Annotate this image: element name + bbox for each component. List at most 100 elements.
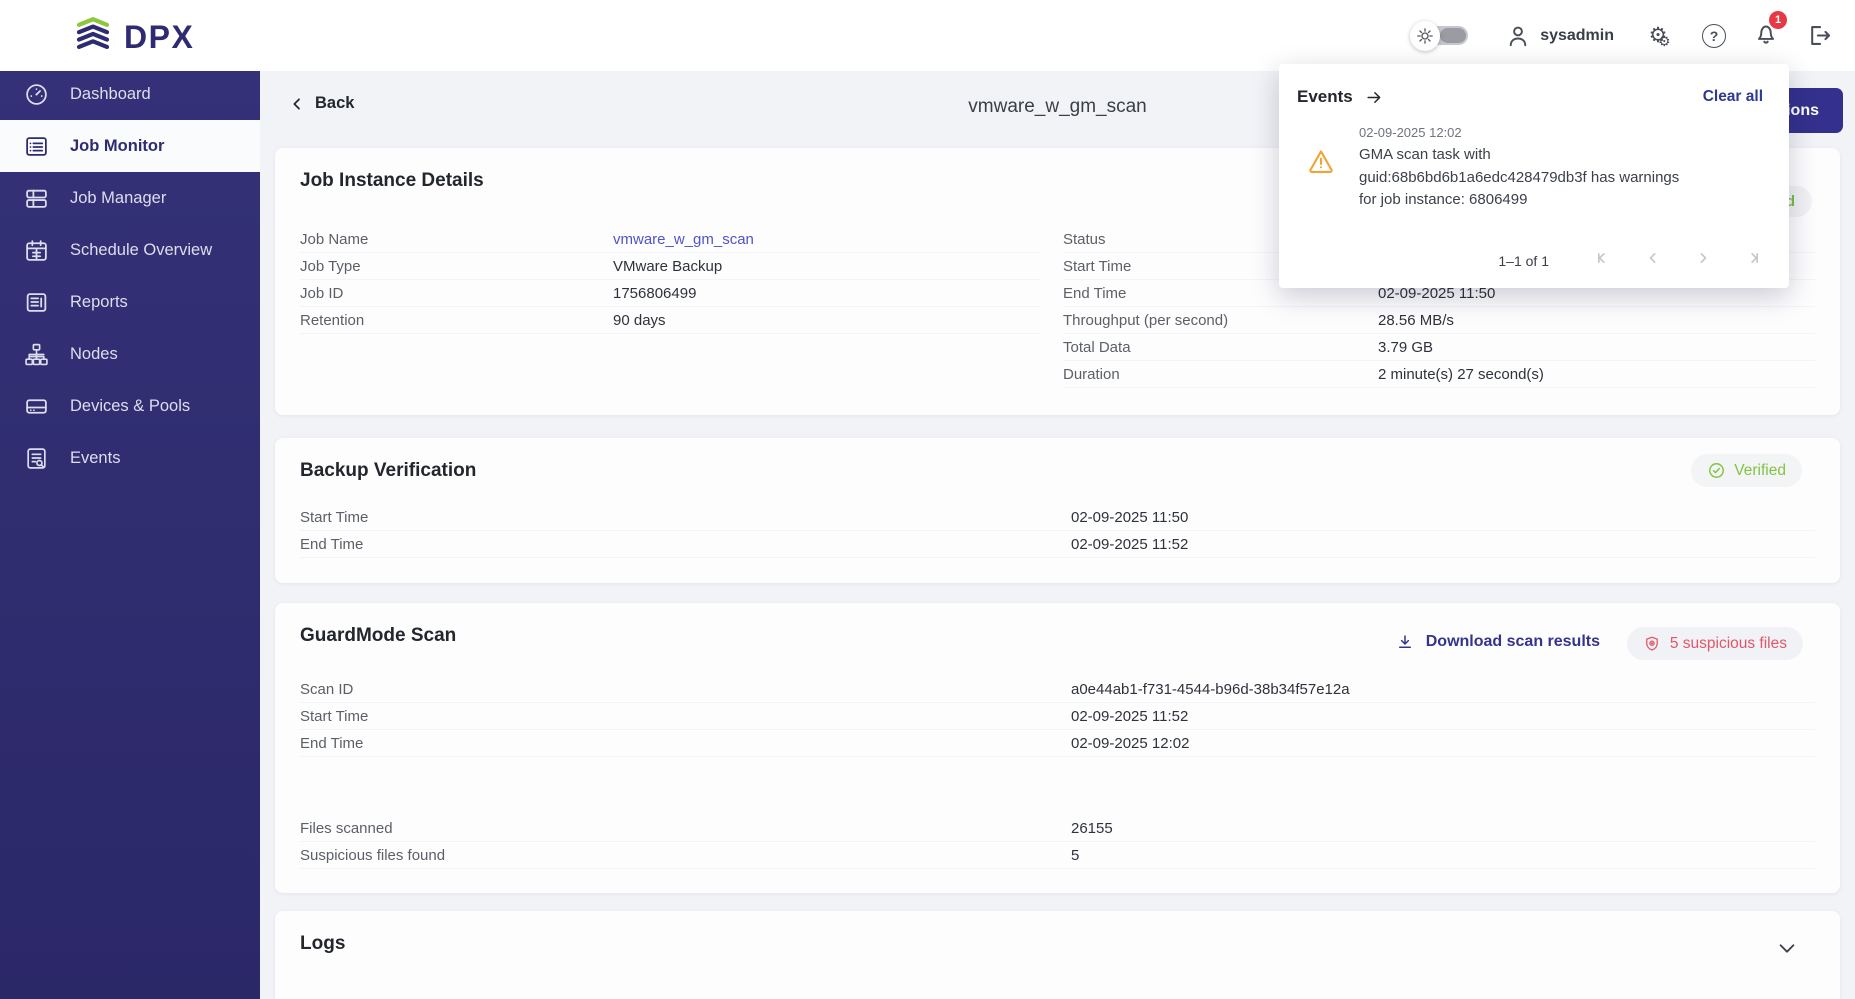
sidebar-item-label: Job Manager [70, 189, 166, 208]
sidebar-item-devices-pools[interactable]: Devices & Pools [0, 380, 260, 432]
sidebar-item-schedule-overview[interactable]: Schedule Overview [0, 224, 260, 276]
events-popup: Events Clear all 02-09-2025 12:02 GMA sc… [1279, 64, 1789, 288]
event-item[interactable]: 02-09-2025 12:02 GMA scan task with guid… [1307, 125, 1789, 212]
previous-page-button[interactable] [1643, 248, 1663, 273]
row-value: a0e44ab1-f731-4544-b96d-38b34f57e12a [1071, 681, 1350, 698]
user-icon [1505, 23, 1531, 49]
job-details-left-column: Job Name vmware_w_gm_scan Job Type VMwar… [300, 226, 1040, 334]
theme-toggle[interactable] [1410, 21, 1468, 51]
job-monitor-icon [24, 134, 51, 159]
row-value: 90 days [613, 312, 666, 329]
events-pagination: 1–1 of 1 [1498, 248, 1763, 273]
guardmode-rows-bottom: Files scanned 26155 Suspicious files fou… [300, 815, 1815, 869]
devices-icon [24, 394, 51, 419]
nodes-icon [24, 342, 51, 367]
username-label: sysadmin [1540, 27, 1614, 45]
job-manager-icon [24, 186, 51, 211]
row-label: Start Time [300, 509, 1071, 526]
guardmode-rows-top: Scan ID a0e44ab1-f731-4544-b96d-38b34f57… [300, 676, 1815, 757]
row-label: End Time [300, 735, 1071, 752]
verify-row-end-time: End Time 02-09-2025 11:52 [300, 531, 1815, 558]
job-name-link[interactable]: vmware_w_gm_scan [613, 231, 754, 248]
logout-button[interactable] [1806, 22, 1833, 49]
sidebar-item-nodes[interactable]: Nodes [0, 328, 260, 380]
event-message-line: for job instance: 6806499 [1359, 189, 1679, 212]
clear-all-button[interactable]: Clear all [1703, 88, 1763, 106]
logs-title: Logs [300, 933, 345, 955]
back-button[interactable]: Back [289, 94, 354, 113]
help-button[interactable]: ? [1702, 24, 1726, 48]
row-value: 26155 [1071, 820, 1113, 837]
shield-icon [1643, 635, 1661, 653]
logs-expand-button[interactable] [1776, 937, 1798, 964]
top-header: DPX [0, 0, 1855, 71]
guard-row-scan-id: Scan ID a0e44ab1-f731-4544-b96d-38b34f57… [300, 676, 1815, 703]
row-value: 2 minute(s) 27 second(s) [1378, 366, 1544, 383]
last-page-button[interactable] [1743, 248, 1763, 273]
logo-text: DPX [124, 19, 194, 56]
row-value: 02-09-2025 11:50 [1071, 509, 1188, 526]
row-value: 3.79 GB [1378, 339, 1433, 356]
notifications-button[interactable]: 1 [1753, 20, 1779, 51]
dpx-logo: DPX [72, 14, 194, 61]
row-label: Job Name [300, 231, 613, 248]
backup-verification-rows: Start Time 02-09-2025 11:50 End Time 02-… [300, 504, 1815, 558]
first-page-button[interactable] [1593, 248, 1613, 273]
back-label: Back [315, 94, 354, 113]
sidebar-item-label: Events [70, 449, 120, 468]
guard-row-files-scanned: Files scanned 26155 [300, 815, 1815, 842]
row-label: Scan ID [300, 681, 1071, 698]
row-value: 28.56 MB/s [1378, 312, 1454, 329]
sidebar-item-job-manager[interactable]: Job Manager [0, 172, 260, 224]
event-text: 02-09-2025 12:02 GMA scan task with guid… [1359, 125, 1679, 212]
calendar-icon [24, 238, 51, 263]
events-popup-title: Events [1297, 87, 1353, 107]
logs-card: Logs [275, 911, 1840, 999]
row-label: End Time [300, 536, 1071, 553]
download-icon [1396, 633, 1414, 651]
verified-label: Verified [1734, 462, 1786, 480]
verified-badge: Verified [1691, 454, 1802, 487]
settings-button[interactable]: ⚙ ⚙ [1641, 25, 1675, 46]
sidebar-item-reports[interactable]: Reports [0, 276, 260, 328]
download-scan-results-link[interactable]: Download scan results [1396, 633, 1600, 651]
row-label: Files scanned [300, 820, 1071, 837]
sidebar-item-label: Reports [70, 293, 128, 312]
chevron-down-icon [1776, 937, 1798, 959]
sidebar-item-events[interactable]: Events [0, 432, 260, 484]
row-label: Start Time [300, 708, 1071, 725]
warning-triangle-icon [1307, 147, 1335, 212]
events-popup-header: Events Clear all [1279, 64, 1789, 107]
sidebar-item-label: Devices & Pools [70, 397, 190, 416]
row-value: 5 [1071, 847, 1079, 864]
backup-verification-card: Backup Verification Verified Start Time … [275, 438, 1840, 583]
dpx-layers-icon [72, 14, 114, 61]
detail-row-throughput: Throughput (per second) 28.56 MB/s [1063, 307, 1815, 334]
next-page-button[interactable] [1693, 248, 1713, 273]
suspicious-files-badge[interactable]: 5 suspicious files [1627, 627, 1803, 660]
guard-row-start-time: Start Time 02-09-2025 11:52 [300, 703, 1815, 730]
event-timestamp: 02-09-2025 12:02 [1359, 125, 1679, 140]
sidebar-item-job-monitor[interactable]: Job Monitor [0, 120, 260, 172]
user-menu[interactable]: sysadmin [1505, 23, 1614, 49]
events-icon [24, 446, 51, 471]
sidebar-item-label: Dashboard [70, 85, 151, 104]
job-details-title: Job Instance Details [300, 170, 484, 192]
page-title: vmware_w_gm_scan [968, 96, 1146, 118]
guard-row-end-time: End Time 02-09-2025 12:02 [300, 730, 1815, 757]
row-value: 02-09-2025 11:52 [1071, 536, 1188, 553]
toggle-knob [1440, 28, 1466, 43]
backup-verification-title: Backup Verification [300, 460, 476, 482]
sidebar-nav: Dashboard Job Monitor Job Manager [0, 68, 260, 999]
guardmode-scan-card: GuardMode Scan Download scan results 5 s… [275, 603, 1840, 893]
gear-small-icon: ⚙ [1658, 34, 1671, 48]
events-popup-title-link[interactable]: Events [1297, 87, 1384, 107]
sidebar-item-dashboard[interactable]: Dashboard [0, 68, 260, 120]
event-message-line: GMA scan task with [1359, 144, 1679, 167]
sidebar-item-label: Schedule Overview [70, 241, 212, 260]
check-circle-icon [1707, 461, 1726, 480]
row-value: 1756806499 [613, 285, 696, 302]
row-label: Suspicious files found [300, 847, 1071, 864]
row-label: Throughput (per second) [1063, 312, 1378, 329]
help-icon: ? [1702, 24, 1726, 48]
